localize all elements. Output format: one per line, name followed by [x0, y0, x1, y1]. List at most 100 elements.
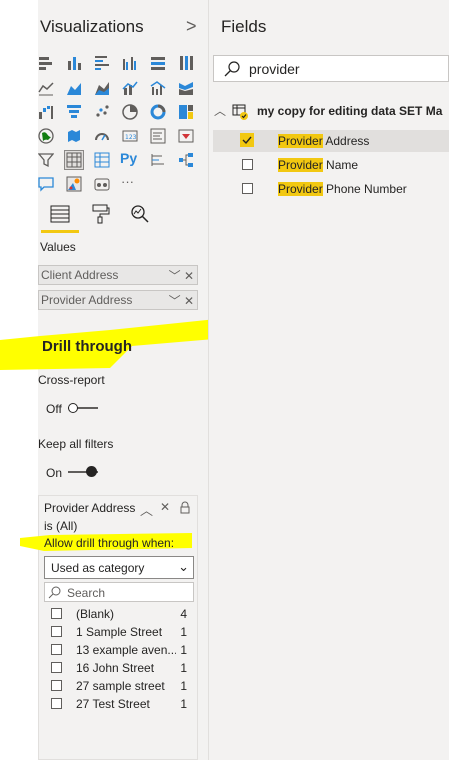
- kpi-icon[interactable]: [178, 128, 194, 144]
- pie-chart-icon[interactable]: [122, 104, 138, 120]
- report-canvas-edge: [0, 0, 38, 760]
- checkbox[interactable]: [51, 662, 62, 673]
- checkbox[interactable]: [51, 698, 62, 709]
- collapse-chevron-up-icon[interactable]: ︿: [140, 500, 153, 519]
- filter-condition: is (All): [44, 519, 78, 533]
- filter-list-item[interactable]: 13 example aven... 1: [51, 642, 191, 658]
- item-count: 4: [180, 607, 187, 621]
- search-icon: [224, 61, 240, 77]
- field-name-rest: Address: [322, 134, 370, 148]
- fields-well-tab-icon[interactable]: [50, 205, 70, 223]
- field-item-provider-name[interactable]: Provider Name: [213, 154, 449, 176]
- chevron-expanded-icon[interactable]: ︿: [214, 102, 226, 119]
- more-visuals-icon[interactable]: ···: [121, 174, 141, 190]
- line-and-column-chart-icon[interactable]: [122, 80, 138, 96]
- fields-title: Fields: [221, 17, 267, 36]
- stacked-bar-100-chart-icon[interactable]: [150, 55, 166, 71]
- field-name: Provider Phone Number: [278, 182, 407, 196]
- field-table-node[interactable]: ︿ my copy for editing data SET Ma: [213, 100, 449, 122]
- checked-checkbox-icon[interactable]: [240, 133, 254, 147]
- line-chart-icon[interactable]: [38, 80, 54, 96]
- values-well-client-address[interactable]: Client Address ﹀ ✕: [38, 265, 198, 285]
- decomposition-tree-icon[interactable]: [178, 152, 194, 168]
- line-and-clustered-column-chart-icon[interactable]: [150, 80, 166, 96]
- key-influencers-icon[interactable]: [150, 152, 166, 168]
- chevron-down-icon[interactable]: ﹀: [169, 294, 181, 308]
- area-chart-icon[interactable]: [66, 80, 82, 96]
- toggle-knob[interactable]: [68, 403, 78, 413]
- visualizations-title: Visualizations: [40, 17, 144, 36]
- checkbox[interactable]: [242, 159, 253, 170]
- drill-through-condition-dropdown[interactable]: Used as category ⌄: [44, 556, 194, 579]
- filter-list-item[interactable]: 27 sample street 1: [51, 678, 191, 694]
- toggle-knob[interactable]: [86, 466, 97, 477]
- stacked-column-chart-icon[interactable]: [66, 55, 82, 71]
- chevron-down-icon[interactable]: ﹀: [169, 269, 181, 283]
- item-label: 1 Sample Street: [76, 625, 163, 639]
- stacked-column-100-chart-icon[interactable]: [178, 55, 194, 71]
- search-match-highlight: Provider: [278, 134, 323, 148]
- gauge-icon[interactable]: [94, 128, 110, 144]
- item-count: 1: [180, 625, 187, 639]
- python-visual-icon[interactable]: Py: [120, 150, 142, 168]
- clustered-column-chart-icon[interactable]: [122, 55, 138, 71]
- field-name-rest: Name: [322, 158, 359, 172]
- search-match-highlight: Provider: [278, 182, 323, 196]
- chevron-down-icon: ⌄: [178, 559, 189, 574]
- paginated-report-icon[interactable]: [94, 176, 110, 192]
- map-icon[interactable]: [38, 128, 54, 144]
- analytics-magnifier-icon[interactable]: [130, 204, 150, 224]
- remove-filter-close-icon[interactable]: ✕: [160, 500, 170, 514]
- drill-through-heading: Drill through: [42, 338, 132, 355]
- card-icon[interactable]: 123: [122, 128, 138, 144]
- item-count: 1: [180, 661, 187, 675]
- ribbon-chart-icon[interactable]: [178, 80, 194, 96]
- multi-row-card-icon[interactable]: [150, 128, 166, 144]
- remove-field-close-icon[interactable]: ✕: [184, 269, 194, 283]
- field-name: Provider Name: [278, 158, 358, 172]
- field-name: Provider Address: [278, 134, 369, 148]
- well-field-controls[interactable]: ﹀ ✕: [169, 267, 194, 284]
- values-well-provider-address[interactable]: Provider Address ﹀ ✕: [38, 290, 198, 310]
- scatter-chart-icon[interactable]: [94, 104, 110, 120]
- remove-field-close-icon[interactable]: ✕: [184, 294, 194, 308]
- treemap-icon[interactable]: [178, 104, 194, 120]
- matrix-icon[interactable]: [94, 152, 110, 168]
- item-label: (Blank): [76, 607, 115, 621]
- filled-map-icon[interactable]: [66, 128, 82, 144]
- lock-filter-icon[interactable]: [180, 501, 190, 514]
- qa-visual-icon[interactable]: [38, 176, 54, 192]
- checkbox[interactable]: [51, 644, 62, 655]
- stacked-area-chart-icon[interactable]: [94, 80, 110, 96]
- active-tab-indicator: [41, 230, 79, 233]
- well-field-controls[interactable]: ﹀ ✕: [169, 292, 194, 309]
- checkbox[interactable]: [242, 183, 253, 194]
- checkbox[interactable]: [51, 626, 62, 637]
- filter-list-item[interactable]: 16 John Street 1: [51, 660, 191, 676]
- well-field-label: Provider Address: [41, 293, 133, 307]
- funnel-chart-icon[interactable]: [66, 104, 82, 120]
- fields-search-input[interactable]: provider: [213, 55, 449, 82]
- filter-list-item[interactable]: 1 Sample Street 1: [51, 624, 191, 640]
- filter-list-item[interactable]: (Blank) 4: [51, 606, 191, 622]
- table-name: my copy for editing data SET Ma: [257, 104, 443, 118]
- dropdown-selected-value: Used as category: [51, 561, 145, 575]
- table-visual-icon[interactable]: [64, 150, 84, 170]
- checkbox[interactable]: [51, 608, 62, 619]
- collapse-visualizations-chevron-icon[interactable]: >: [186, 16, 197, 37]
- checkbox[interactable]: [51, 680, 62, 691]
- allow-drill-through-label: Allow drill through when:: [44, 536, 175, 550]
- filter-search-input[interactable]: Search: [44, 582, 194, 602]
- donut-chart-icon[interactable]: [150, 104, 166, 120]
- item-label: 27 sample street: [76, 679, 165, 693]
- stacked-bar-chart-icon[interactable]: [38, 55, 54, 71]
- field-item-provider-phone-number[interactable]: Provider Phone Number: [213, 178, 449, 200]
- waterfall-chart-icon[interactable]: [38, 104, 54, 120]
- item-label: 27 Test Street: [76, 697, 150, 711]
- filter-list-item[interactable]: 27 Test Street 1: [51, 696, 191, 712]
- custom-visual-icon[interactable]: [66, 176, 82, 192]
- format-paint-roller-icon[interactable]: [90, 204, 110, 224]
- clustered-bar-chart-icon[interactable]: [94, 55, 110, 71]
- field-item-provider-address[interactable]: Provider Address: [213, 130, 449, 152]
- slicer-icon[interactable]: [38, 152, 54, 168]
